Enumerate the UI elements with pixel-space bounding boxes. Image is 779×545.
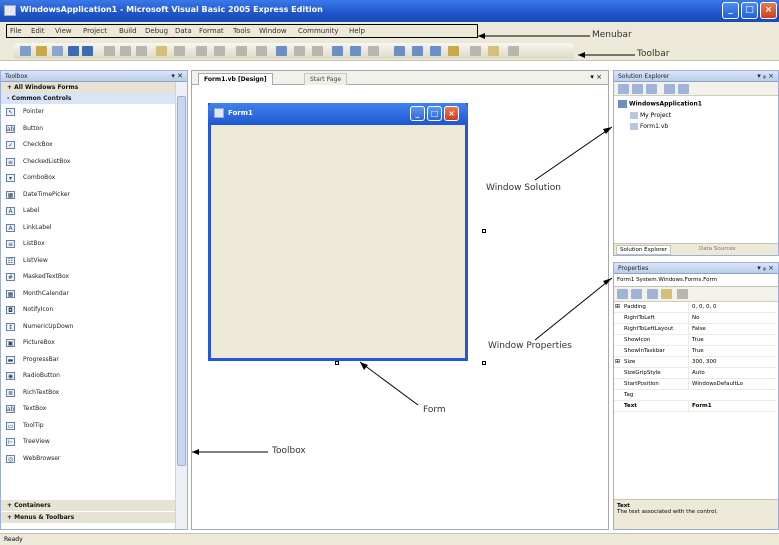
status-text: Ready	[4, 536, 23, 543]
menubar-arrow-head	[478, 33, 485, 39]
solution-arrow-head	[603, 127, 612, 134]
toolbar-arrow-head	[578, 52, 585, 58]
annotation-window-properties: Window Properties	[488, 341, 572, 351]
solution-pointer-line	[534, 126, 613, 181]
properties-pointer-line	[534, 277, 613, 341]
status-bar: Ready	[0, 533, 779, 545]
annotation-form: Form	[423, 405, 446, 415]
toolbox-arrow-head	[192, 449, 199, 455]
annotation-toolbox: Toolbox	[272, 446, 306, 456]
annotation-toolbar: Toolbar	[637, 49, 670, 59]
annotation-menubar: Menubar	[592, 30, 632, 40]
form-arrow-head	[360, 362, 368, 370]
form-pointer-line	[359, 361, 419, 406]
annotation-window-solution: Window Solution	[486, 183, 562, 193]
annotation-arrows	[192, 33, 635, 455]
